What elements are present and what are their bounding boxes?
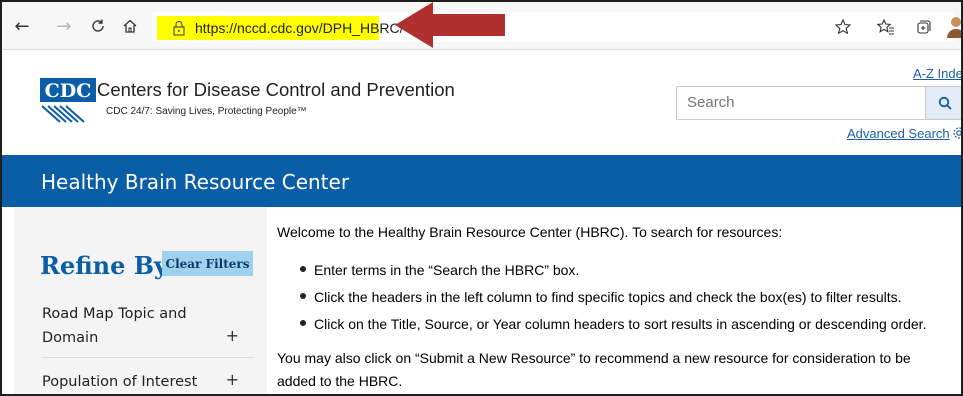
refresh-icon[interactable] <box>86 14 110 38</box>
list-item: Click the headers in the left column to … <box>300 289 902 305</box>
list-item: Enter terms in the “Search the HBRC” box… <box>300 262 579 278</box>
home-icon[interactable] <box>118 14 142 38</box>
cdc-logo-text: CDC <box>45 80 92 102</box>
expand-icon[interactable]: + <box>226 370 239 389</box>
bullet-dot <box>300 320 306 327</box>
gear-icon[interactable] <box>952 126 963 140</box>
org-tagline: CDC 24/7: Saving Lives, Protecting Peopl… <box>106 106 307 117</box>
search-icon <box>938 96 952 110</box>
page-title: Healthy Brain Resource Center <box>41 170 350 194</box>
back-icon[interactable]: ← <box>10 14 34 38</box>
facet-label: Population of Interest <box>42 374 198 390</box>
search-input[interactable] <box>687 94 907 111</box>
browser-window: ← → https://nccd.cdc.gov/DPH_HBRC/ CDC C… <box>0 0 963 396</box>
submit-resource-text: You may also click on “Submit a New Reso… <box>277 350 911 366</box>
lock-icon[interactable] <box>172 20 186 36</box>
expand-icon[interactable]: + <box>226 326 239 345</box>
pointer-arrow <box>395 2 505 48</box>
advanced-search-link[interactable]: Advanced Search <box>847 126 950 141</box>
read-aloud-icon[interactable] <box>832 16 854 38</box>
facet-population-of-interest[interactable]: Population of Interest + <box>42 370 254 394</box>
search-button[interactable] <box>926 86 961 120</box>
forward-icon[interactable]: → <box>52 14 76 38</box>
facet-divider <box>42 357 254 358</box>
clear-filters-button[interactable]: Clear Filters <box>162 251 253 276</box>
url-text[interactable]: https://nccd.cdc.gov/DPH_HBRC/ <box>195 20 404 36</box>
favorites-icon[interactable] <box>875 16 897 38</box>
submit-resource-text-cont: added to the HBRC. <box>277 373 403 389</box>
bullet-dot <box>300 293 306 300</box>
cdc-logo[interactable]: CDC <box>40 78 96 128</box>
list-item-text: Click the headers in the left column to … <box>314 289 902 305</box>
bullet-dot <box>300 266 306 273</box>
facet-road-map-topic[interactable]: Road Map Topic and Domain + <box>42 302 254 350</box>
intro-text: Welcome to the Healthy Brain Resource Ce… <box>277 224 783 240</box>
list-item-text: Click on the Title, Source, or Year colu… <box>314 316 927 332</box>
list-item-text: Enter terms in the “Search the HBRC” box… <box>314 262 580 278</box>
collections-icon[interactable] <box>912 16 934 38</box>
profile-avatar[interactable] <box>945 14 963 38</box>
list-item: Click on the Title, Source, or Year colu… <box>300 316 926 332</box>
org-name[interactable]: Centers for Disease Control and Preventi… <box>97 79 455 101</box>
facet-label-line2: Domain <box>42 330 99 346</box>
facet-label-line1: Road Map Topic and <box>42 306 187 322</box>
az-index-link[interactable]: A-Z Index <box>913 66 961 81</box>
refine-by-heading: Refine By: <box>40 251 177 280</box>
